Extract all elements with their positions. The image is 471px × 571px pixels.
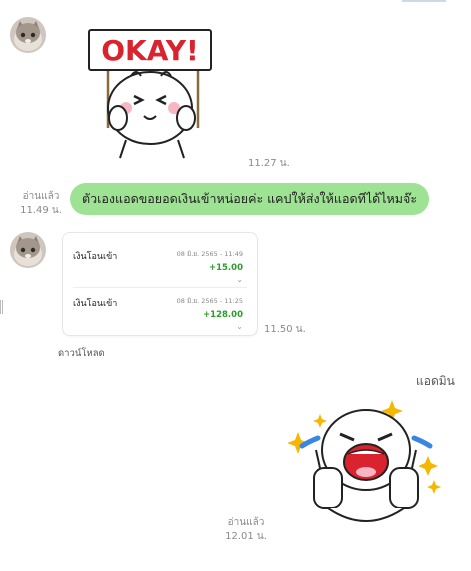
sender-name: แอดมิน [416,374,455,388]
transfer-row-date: 08 มิ.ย. 2565 - 11:49 [176,250,243,258]
sticker-sign-text: OKAY! [101,34,199,67]
read-label: อ่านแล้ว [22,191,60,202]
transfer-row-amount: +15.00 [208,263,243,273]
cat-avatar-icon [10,17,46,53]
row-divider [73,287,247,288]
chevron-down-icon: ⌄ [236,322,243,331]
scroll-indicator [402,0,446,2]
cat-avatar-icon [10,232,46,268]
scroll-handle[interactable] [0,300,3,314]
read-receipt: อ่านแล้ว 11.49 น. [18,190,64,218]
transfer-row-amount: +128.00 [203,310,243,320]
download-link[interactable]: ดาวน์โหลด [58,346,105,361]
read-receipt: อ่านแล้ว 12.01 น. [222,516,270,544]
read-label: อ่านแล้ว [227,517,265,528]
transfer-row-date: 08 มิ.ย. 2565 - 11:25 [176,297,243,305]
crying-thumbs-up-sticker[interactable] [288,398,444,530]
sticker-timestamp: 11.27 น. [248,158,290,169]
read-time: 11.49 น. [20,205,62,216]
okay-sticker[interactable]: OKAY! [86,28,218,160]
chevron-down-icon: ⌄ [236,275,243,284]
contact-avatar[interactable] [10,232,46,268]
message-bubble[interactable]: ตัวเองแอดขอยอดเงินเข้าหน่อยค่ะ แคปให้ส่ง… [70,183,430,215]
transfer-screenshot-image[interactable]: เงินโอนเข้า 08 มิ.ย. 2565 - 11:49 +15.00… [62,232,258,336]
read-time: 12.01 น. [225,531,267,542]
transfer-row-title: เงินโอนเข้า [73,252,118,262]
image-timestamp: 11.50 น. [264,324,306,335]
transfer-row-title: เงินโอนเข้า [73,299,118,309]
contact-avatar[interactable] [10,17,46,53]
